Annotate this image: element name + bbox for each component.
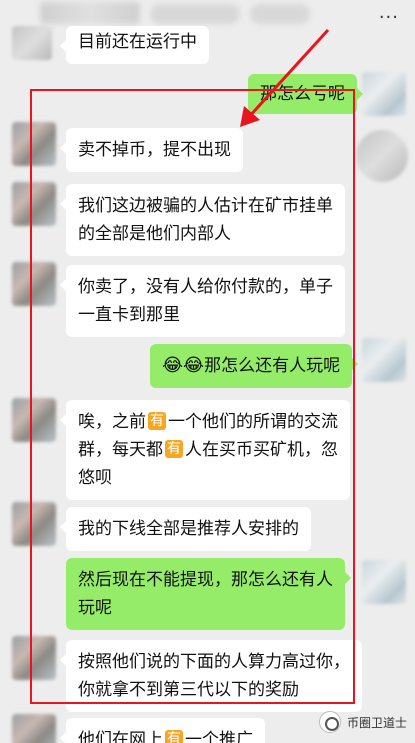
watermark: 币圈卫道士 <box>318 711 407 733</box>
watermark-label: 币圈卫道士 <box>346 715 407 730</box>
red-arrow-icon <box>240 28 330 127</box>
wechat-account-logo-icon <box>318 711 341 733</box>
